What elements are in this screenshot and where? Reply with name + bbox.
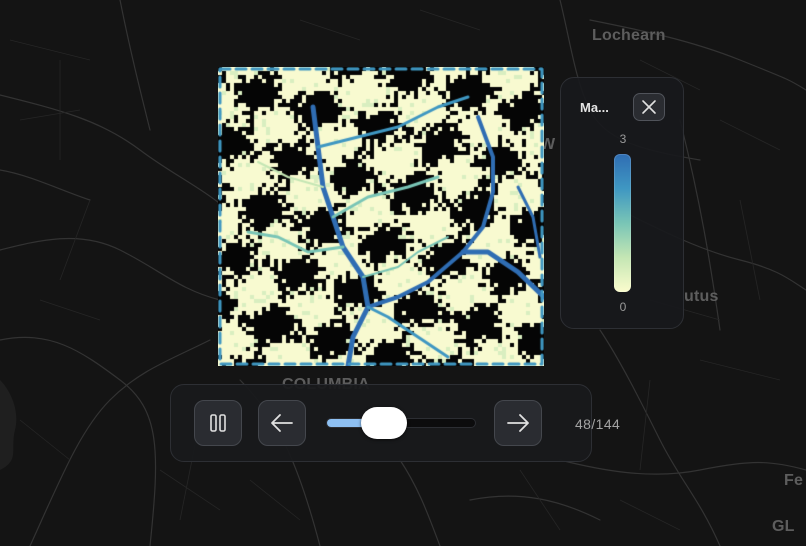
- playback-controls: 48/144: [170, 384, 620, 462]
- raster-overlay: [218, 67, 544, 366]
- legend-color-ramp: [614, 154, 631, 292]
- legend-min-label: 0: [619, 300, 627, 314]
- time-slider[interactable]: [327, 407, 475, 439]
- pause-button[interactable]: [194, 400, 242, 446]
- frame-counter: 48/144: [575, 416, 621, 432]
- slider-thumb[interactable]: [361, 407, 407, 439]
- map-label-lochearn: Lochearn: [592, 27, 666, 44]
- map-label-utus: utus: [684, 288, 719, 305]
- map-label-fe: Fe: [784, 472, 804, 489]
- next-step-button[interactable]: [494, 400, 542, 446]
- arrow-right-icon: [507, 414, 529, 432]
- legend-close-button[interactable]: [633, 93, 665, 121]
- close-icon: [642, 100, 656, 114]
- arrow-left-icon: [271, 414, 293, 432]
- map-label-gl: GL: [772, 518, 795, 535]
- pause-icon: [210, 414, 226, 432]
- previous-step-button[interactable]: [258, 400, 306, 446]
- legend-panel: Ma... 3 0: [560, 77, 684, 329]
- legend-title: Ma...: [580, 100, 609, 115]
- legend-max-label: 3: [619, 132, 627, 146]
